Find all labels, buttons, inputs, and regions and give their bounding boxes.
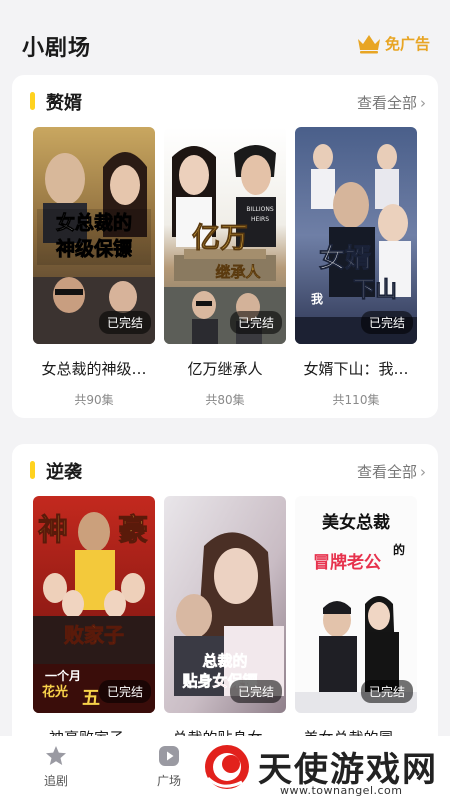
section-accent-bar [30,461,35,479]
drama-item[interactable]: BILLIONS HEIRS 亿万 继承人 已完结 亿万继承人 共80集 [164,127,286,408]
drama-item[interactable]: 女婿 下山 我 已完结 女婿下山：我… 共110集 [295,127,417,408]
tab-zhuiju[interactable]: 追剧 [26,744,86,789]
section-header: 赘婿 查看全部 › [12,75,438,125]
view-all-label: 查看全部 [356,94,417,112]
section-title: 逆袭 [46,462,82,483]
watermark-logo-icon [205,745,249,789]
status-badge: 已完结 [229,311,282,334]
svg-text:败家子: 败家子 [64,623,124,647]
drama-poster[interactable]: BILLIONS HEIRS 亿万 继承人 已完结 [164,127,286,344]
star-icon [46,746,66,765]
episode-count: 共110集 [332,393,380,407]
drama-item[interactable]: 神 豪 败家子 一个月 花光 五 已完结 神豪败家子… [33,496,155,748]
watermark-url: www.townangel.com [280,784,403,797]
drama-item[interactable]: 总裁的 贴身女保镖 已完结 总裁的贴身女… [164,496,286,748]
drama-title: 亿万继承人 [187,360,263,378]
section-accent-bar [30,92,35,110]
episode-count: 共90集 [74,393,114,407]
svg-text:HEIRS: HEIRS [251,216,269,223]
ad-free-label: 免广告 [384,34,430,53]
drama-item[interactable]: 美女总裁 的 冒牌老公 已完结 美女总裁的冒… [295,496,417,748]
svg-text:女婿: 女婿 [319,243,371,274]
view-all-link[interactable]: 查看全部 › [357,92,426,113]
svg-text:下山: 下山 [353,277,397,303]
page-title: 小剧场 [22,36,92,61]
tab-label: 追剧 [43,774,68,788]
episode-count: 共80集 [205,393,245,407]
svg-text:BILLIONS: BILLIONS [246,206,274,213]
section-header: 逆袭 查看全部 › [12,444,438,494]
drama-title: 女总裁的神级… [41,360,147,378]
chevron-right-icon: › [420,462,426,481]
view-all-link[interactable]: 查看全部 › [357,461,426,482]
view-all-label: 查看全部 [356,463,417,481]
drama-poster[interactable]: 美女总裁 的 冒牌老公 已完结 [295,496,417,713]
drama-poster[interactable]: 总裁的 贴身女保镖 已完结 [164,496,286,713]
drama-poster[interactable]: 女总裁的 神级保镖 已完结 [33,127,155,344]
svg-text:神: 神 [38,513,68,548]
chevron-right-icon: › [420,93,426,112]
section-title: 赘婿 [46,93,82,114]
svg-text:美女总裁: 美女总裁 [322,512,390,533]
drama-poster[interactable]: 神 豪 败家子 一个月 花光 五 已完结 [33,496,155,713]
svg-text:豪: 豪 [118,513,148,548]
drama-poster[interactable]: 女婿 下山 我 已完结 [295,127,417,344]
status-badge: 已完结 [98,680,151,703]
section-card-zhuixu: 赘婿 查看全部 › 女总裁的 神级保镖 已完结 女总裁的神级… 共90集 BIL… [12,75,438,418]
svg-text:花光: 花光 [42,684,68,700]
top-header: 小剧场 免广告 [0,0,450,72]
svg-text:亿万: 亿万 [192,221,248,254]
status-badge: 已完结 [360,680,413,703]
section-card-nixi: 逆袭 查看全部 › 神 豪 败家子 一个月 花光 五 已完结 总裁的 贴身女保镖… [12,444,438,774]
svg-text:五: 五 [82,688,100,709]
ad-free-button[interactable]: 免广告 [355,32,430,54]
status-badge: 已完结 [229,680,282,703]
crown-icon [357,35,380,54]
play-icon [159,746,179,766]
svg-text:一个月: 一个月 [45,668,81,683]
tab-label: 广场 [156,774,181,788]
watermark: 天使游戏网 www.townangel.com [198,740,450,800]
drama-title: 女婿下山：我… [303,360,409,378]
status-badge: 已完结 [360,311,413,334]
drama-item[interactable]: 女总裁的 神级保镖 已完结 女总裁的神级… 共90集 [33,127,155,408]
svg-text:我: 我 [311,291,323,306]
status-badge: 已完结 [98,311,151,334]
poster-title-text: 女总裁的 [56,211,132,234]
svg-text:冒牌老公: 冒牌老公 [313,552,381,573]
tab-guangchang[interactable]: 广场 [139,744,199,789]
svg-text:的: 的 [393,542,405,557]
svg-text:总裁的: 总裁的 [202,652,247,670]
svg-text:神级保镖: 神级保镖 [56,237,132,260]
svg-text:继承人: 继承人 [215,263,261,281]
